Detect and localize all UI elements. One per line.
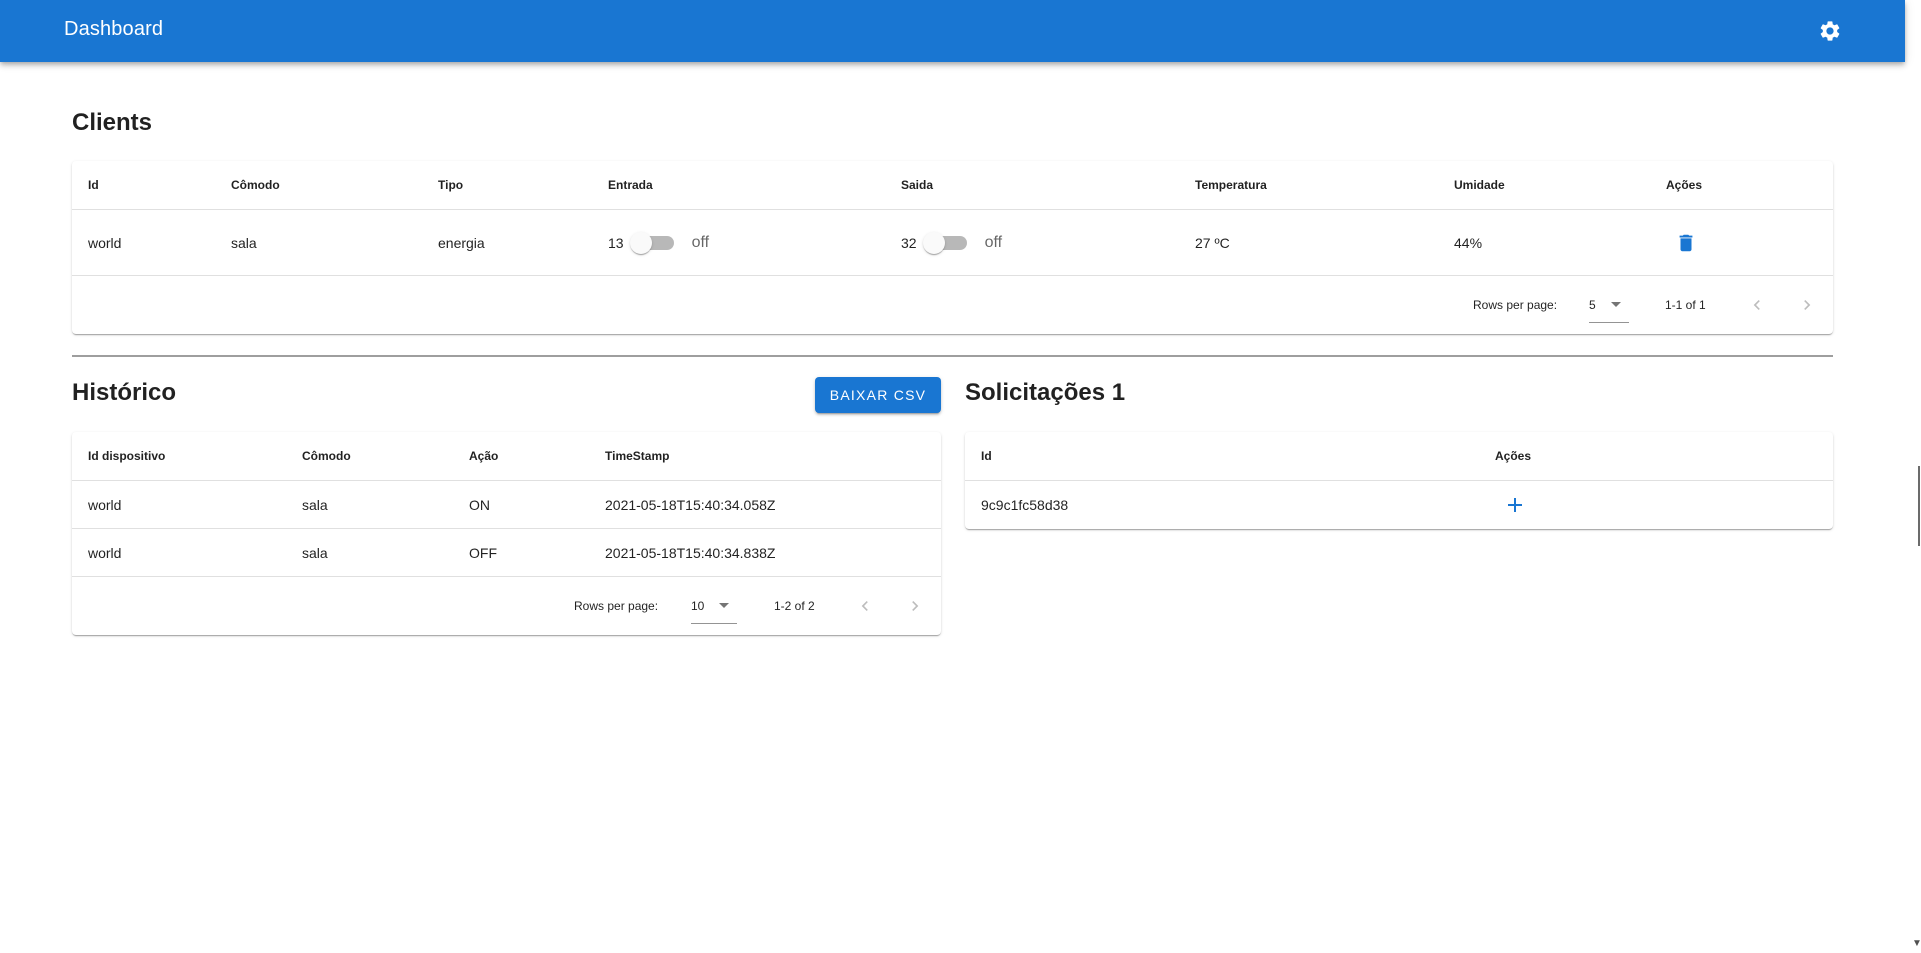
column-header: Entrada: [608, 178, 653, 192]
history-timestamp: 2021-05-18T15:40:34.058Z: [605, 496, 776, 513]
column-header: Cômodo: [302, 449, 351, 463]
previous-page-button[interactable]: [850, 577, 880, 635]
pagination-range: 1-2 of 2: [774, 599, 815, 613]
gear-icon: [1820, 21, 1840, 41]
entrada-state: off: [691, 233, 710, 251]
table-row: world sala energia 13 off 32 off 27 ºC 4…: [72, 210, 1833, 276]
solicitacoes-table: Id Ações 9c9c1fc58d38: [965, 432, 1833, 529]
chevron-right-icon: [912, 601, 919, 611]
chevron-left-icon: [861, 601, 868, 611]
column-header: Ação: [469, 449, 499, 463]
entrada-toggle[interactable]: [629, 228, 680, 258]
clients-table: Id Cômodo Tipo Entrada Saida Temperatura…: [72, 161, 1833, 334]
column-header: Id dispositivo: [88, 449, 166, 463]
app-bar: Dashboard: [0, 0, 1905, 62]
accept-request-button[interactable]: [1495, 481, 1535, 529]
column-header: Tipo: [438, 178, 464, 192]
client-id: world: [88, 234, 122, 251]
column-header: Id: [981, 449, 992, 463]
entrada-cell: 13 off: [608, 210, 709, 275]
column-header: Temperatura: [1195, 178, 1267, 192]
chevron-down-icon: [1611, 302, 1621, 307]
table-row: 9c9c1fc58d38: [965, 481, 1833, 529]
rows-per-page-select[interactable]: 5: [1589, 287, 1629, 323]
history-comodo: sala: [302, 544, 328, 561]
plus-icon: [1508, 498, 1522, 512]
saida-cell: 32 off: [901, 210, 1002, 275]
column-header: Ações: [1666, 178, 1703, 192]
entrada-value: 13: [608, 234, 624, 251]
clients-pagination: Rows per page: 5 1-1 of 1: [72, 276, 1833, 334]
chevron-right-icon: [1804, 300, 1811, 310]
history-acao: ON: [469, 496, 490, 513]
solicitacoes-title: Solicitações 1: [965, 379, 1126, 406]
column-header: Saida: [901, 178, 934, 192]
history-device-id: world: [88, 496, 122, 513]
history-timestamp: 2021-05-18T15:40:34.838Z: [605, 544, 776, 561]
rows-per-page-select[interactable]: 10: [691, 588, 737, 624]
clients-title: Clients: [72, 109, 153, 136]
table-row: world sala ON 2021-05-18T15:40:34.058Z: [72, 481, 941, 529]
column-header: TimeStamp: [605, 449, 670, 463]
historico-title: Histórico: [72, 379, 177, 406]
historico-pagination: Rows per page: 10 1-2 of 2: [72, 577, 941, 635]
client-tipo: energia: [438, 234, 485, 251]
column-header: Id: [88, 178, 99, 192]
pagination-range: 1-1 of 1: [1665, 298, 1706, 312]
scrollbar-thumb[interactable]: [1918, 466, 1920, 546]
history-device-id: world: [88, 544, 122, 561]
rows-per-page-label: Rows per page:: [574, 599, 659, 613]
scroll-down-icon[interactable]: ▼: [1912, 938, 1921, 949]
next-page-button[interactable]: [900, 577, 930, 635]
saida-toggle[interactable]: [922, 228, 973, 258]
chevron-left-icon: [1753, 300, 1760, 310]
historico-table: Id dispositivo Cômodo Ação TimeStamp wor…: [72, 432, 941, 635]
trash-icon: [1679, 234, 1693, 251]
clients-header-row: Id Cômodo Tipo Entrada Saida Temperatura…: [72, 161, 1833, 210]
column-header: Cômodo: [231, 178, 280, 192]
chevron-down-icon: [719, 603, 729, 608]
previous-page-button[interactable]: [1742, 276, 1772, 334]
saida-value: 32: [901, 234, 917, 251]
settings-button[interactable]: [1812, 13, 1848, 49]
delete-client-button[interactable]: [1666, 210, 1706, 275]
next-page-button[interactable]: [1792, 276, 1822, 334]
section-divider: [72, 355, 1833, 357]
column-header: Ações: [1495, 449, 1532, 463]
request-id: 9c9c1fc58d38: [981, 497, 1069, 513]
history-comodo: sala: [302, 496, 328, 513]
column-header: Umidade: [1454, 178, 1505, 192]
app-title: Dashboard: [64, 18, 164, 40]
client-comodo: sala: [231, 234, 257, 251]
table-row: world sala OFF 2021-05-18T15:40:34.838Z: [72, 529, 941, 577]
download-csv-button[interactable]: BAIXAR CSV: [815, 377, 941, 413]
historico-header-row: Id dispositivo Cômodo Ação TimeStamp: [72, 432, 941, 481]
page: Dashboard Clients Id Cômodo Tipo Entrada…: [0, 0, 1921, 953]
client-temperatura: 27 ºC: [1195, 234, 1230, 251]
vertical-scrollbar[interactable]: [1905, 0, 1921, 953]
client-umidade: 44%: [1454, 234, 1483, 251]
saida-state: off: [984, 233, 1003, 251]
rows-per-page-label: Rows per page:: [1473, 298, 1558, 312]
history-acao: OFF: [469, 544, 497, 561]
solicitacoes-header-row: Id Ações: [965, 432, 1833, 481]
